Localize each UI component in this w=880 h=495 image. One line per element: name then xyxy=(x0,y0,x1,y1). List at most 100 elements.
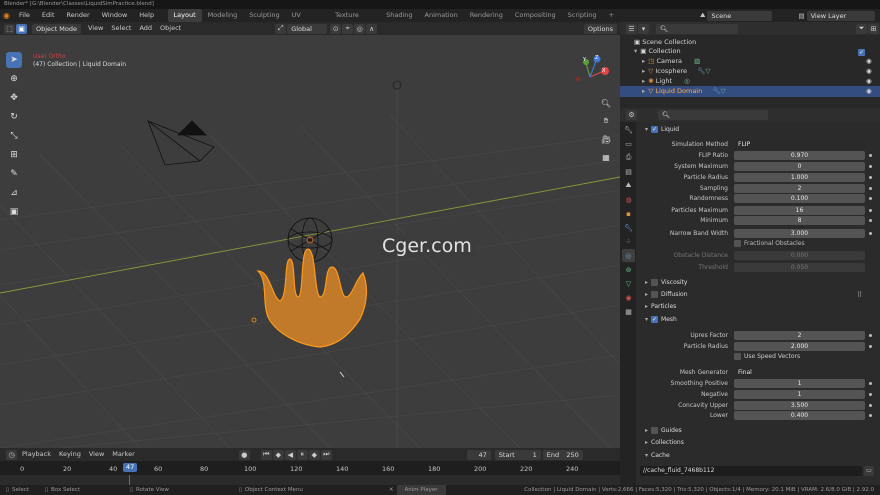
camera-object[interactable] xyxy=(147,120,215,166)
menu-help[interactable]: Help xyxy=(133,9,160,22)
collapse-icon[interactable]: ▾ xyxy=(645,125,648,135)
3d-viewport[interactable]: User Ortho (47) Collection | Liquid Doma… xyxy=(0,35,620,448)
liquid-domain-mesh[interactable] xyxy=(251,248,367,348)
next-key-icon[interactable]: ◆ xyxy=(308,449,320,460)
current-frame-field[interactable]: 47 xyxy=(466,449,491,460)
threshold-field[interactable]: 0.050 xyxy=(734,263,865,272)
particles-tab-icon[interactable]: ⁘ xyxy=(622,235,635,248)
outliner-row-camera[interactable]: ▸ ◳ Camera ▧ ◉ xyxy=(620,56,880,67)
pivot-icon[interactable]: ⊙ xyxy=(330,23,342,34)
guides-checkbox[interactable] xyxy=(651,427,659,434)
pan-hand-icon[interactable]: ✋︎ xyxy=(598,113,614,129)
collection-checkbox[interactable]: ✓ xyxy=(858,48,865,56)
expand-icon[interactable]: ▸ xyxy=(642,86,645,97)
smoothing-positive-field[interactable]: 1 xyxy=(734,379,865,388)
expand-icon[interactable]: ▸ xyxy=(645,302,648,312)
timeline-track[interactable] xyxy=(0,475,620,485)
scene-field[interactable]: Scene xyxy=(707,10,773,21)
expand-icon[interactable]: ▸ xyxy=(642,66,645,77)
keyframe-dot[interactable] xyxy=(869,187,872,190)
tool-tab-icon[interactable]: 🔧︎ xyxy=(622,123,635,136)
guides-panel-header[interactable]: ▸ Guides xyxy=(645,426,682,436)
editor-type-icon[interactable]: ⬚ xyxy=(4,23,15,34)
expand-icon[interactable]: ▸ xyxy=(645,278,648,288)
measure-tool-icon[interactable]: ⊿ xyxy=(6,185,22,201)
select-mode-icon[interactable]: ▣ xyxy=(16,23,27,34)
keyframe-dot[interactable] xyxy=(869,154,872,157)
timeline-menu-keying[interactable]: Keying xyxy=(55,448,85,461)
cache-panel-header[interactable]: ▾ Cache xyxy=(645,451,670,461)
timeline-menu-view[interactable]: View xyxy=(85,448,108,461)
jump-start-icon[interactable]: ⏮ xyxy=(260,449,272,460)
tab-animation[interactable]: Animation xyxy=(419,9,464,22)
keyframe-dot[interactable] xyxy=(869,209,872,212)
keyframe-dot[interactable] xyxy=(869,334,872,337)
liquid-checkbox[interactable]: ✓ xyxy=(651,126,659,133)
simulation-method-dropdown[interactable]: FLIP xyxy=(734,140,865,149)
viewport-menu-add[interactable]: Add xyxy=(135,22,156,35)
properties-search[interactable]: 🔍︎ xyxy=(658,110,768,120)
timeline-editor-icon[interactable]: ◷ xyxy=(6,449,17,460)
sampling-field[interactable]: 2 xyxy=(734,184,865,193)
mesh-particle-radius-field[interactable]: 2.000 xyxy=(734,342,865,351)
rotate-tool-icon[interactable]: ↻ xyxy=(6,109,22,125)
outliner-row-liquid-domain[interactable]: ▸ ▽ Liquid Domain 🔧︎▽ ◉ xyxy=(620,86,880,97)
annotate-tool-icon[interactable]: ✎ xyxy=(6,166,22,182)
use-speed-vectors-row[interactable]: Use Speed Vectors xyxy=(734,353,800,360)
menu-render[interactable]: Render xyxy=(61,9,96,22)
keyframe-dot[interactable] xyxy=(869,197,872,200)
viewport-menu-select[interactable]: Select xyxy=(107,22,135,35)
keyframe-dot[interactable] xyxy=(869,382,872,385)
keyframe-dot[interactable] xyxy=(869,232,872,235)
mesh-generator-dropdown[interactable]: Final xyxy=(734,368,865,377)
tab-layout[interactable]: Layout xyxy=(167,9,202,22)
menu-window[interactable]: Window xyxy=(96,9,134,22)
keyframe-dot[interactable] xyxy=(869,404,872,407)
expand-icon[interactable]: ▸ xyxy=(642,56,645,67)
start-frame-field[interactable]: Start 1 xyxy=(494,449,541,460)
upres-factor-field[interactable]: 2 xyxy=(734,331,865,340)
collections-panel-header[interactable]: ▸ Collections xyxy=(645,438,684,448)
mesh-panel-header[interactable]: ▾ ✓ Mesh xyxy=(645,315,677,325)
timeline-ruler[interactable]: 0 20 40 47 60 80 100 120 140 160 180 200… xyxy=(0,461,620,475)
eye-icon[interactable]: ◉ xyxy=(866,76,872,87)
snap-icon[interactable]: ⌖ xyxy=(342,23,354,34)
menu-file[interactable]: File xyxy=(13,9,36,22)
status-anim-player[interactable]: Anim Player xyxy=(396,485,446,495)
eye-icon[interactable]: ◉ xyxy=(866,66,872,77)
keyframe-dot[interactable] xyxy=(869,345,872,348)
viewport-menu-view[interactable]: View xyxy=(84,22,107,35)
eye-icon[interactable]: ◉ xyxy=(866,56,872,67)
outliner-row-light[interactable]: ▸ ✺ Light ◎ ◉ xyxy=(620,76,880,87)
particles-maximum-field[interactable]: 16 xyxy=(734,206,865,215)
play-reverse-icon[interactable]: ◀ xyxy=(284,449,296,460)
mesh-checkbox[interactable]: ✓ xyxy=(651,316,659,323)
object-tab-icon[interactable]: ▪ xyxy=(622,207,635,220)
tab-sculpting[interactable]: Sculpting xyxy=(243,9,285,22)
constraints-tab-icon[interactable]: ⊚ xyxy=(622,263,635,276)
texture-tab-icon[interactable]: ▦ xyxy=(622,305,635,318)
randomness-field[interactable]: 0.100 xyxy=(734,194,865,203)
add-workspace-button[interactable]: + xyxy=(603,9,620,22)
properties-editor-icon[interactable]: ⚙ xyxy=(626,110,637,120)
expand-icon[interactable]: ▸ xyxy=(645,438,648,448)
scale-tool-icon[interactable]: ⤡ xyxy=(6,128,22,144)
expand-icon[interactable]: ▸ xyxy=(645,426,648,436)
jump-end-icon[interactable]: ⏭ xyxy=(320,449,332,460)
system-maximum-field[interactable]: 0 xyxy=(734,162,865,171)
new-collection-icon[interactable]: ⊞ xyxy=(868,23,879,34)
expand-icon[interactable]: ▸ xyxy=(642,76,645,87)
pause-icon[interactable]: ⏸ xyxy=(296,449,308,460)
record-icon[interactable]: ● xyxy=(238,449,250,460)
view-layer-tab-icon[interactable]: ▤ xyxy=(622,165,635,178)
expand-icon[interactable]: ▸ xyxy=(645,290,648,300)
narrow-band-width-field[interactable]: 3.000 xyxy=(734,229,865,238)
fractional-obstacles-row[interactable]: Fractional Obstacles xyxy=(734,240,805,247)
physics-tab-icon[interactable]: ◎ xyxy=(622,249,635,262)
ortho-grid-icon[interactable]: ▦ xyxy=(598,149,614,165)
falloff-icon[interactable]: ∧ xyxy=(366,23,378,34)
keyframe-dot[interactable] xyxy=(869,165,872,168)
proportional-edit-icon[interactable]: ◎ xyxy=(354,23,366,34)
object-mode-dropdown[interactable]: Object Mode xyxy=(32,23,81,34)
cache-directory-field[interactable]: //cache_fluid_7468b112 xyxy=(640,466,862,476)
